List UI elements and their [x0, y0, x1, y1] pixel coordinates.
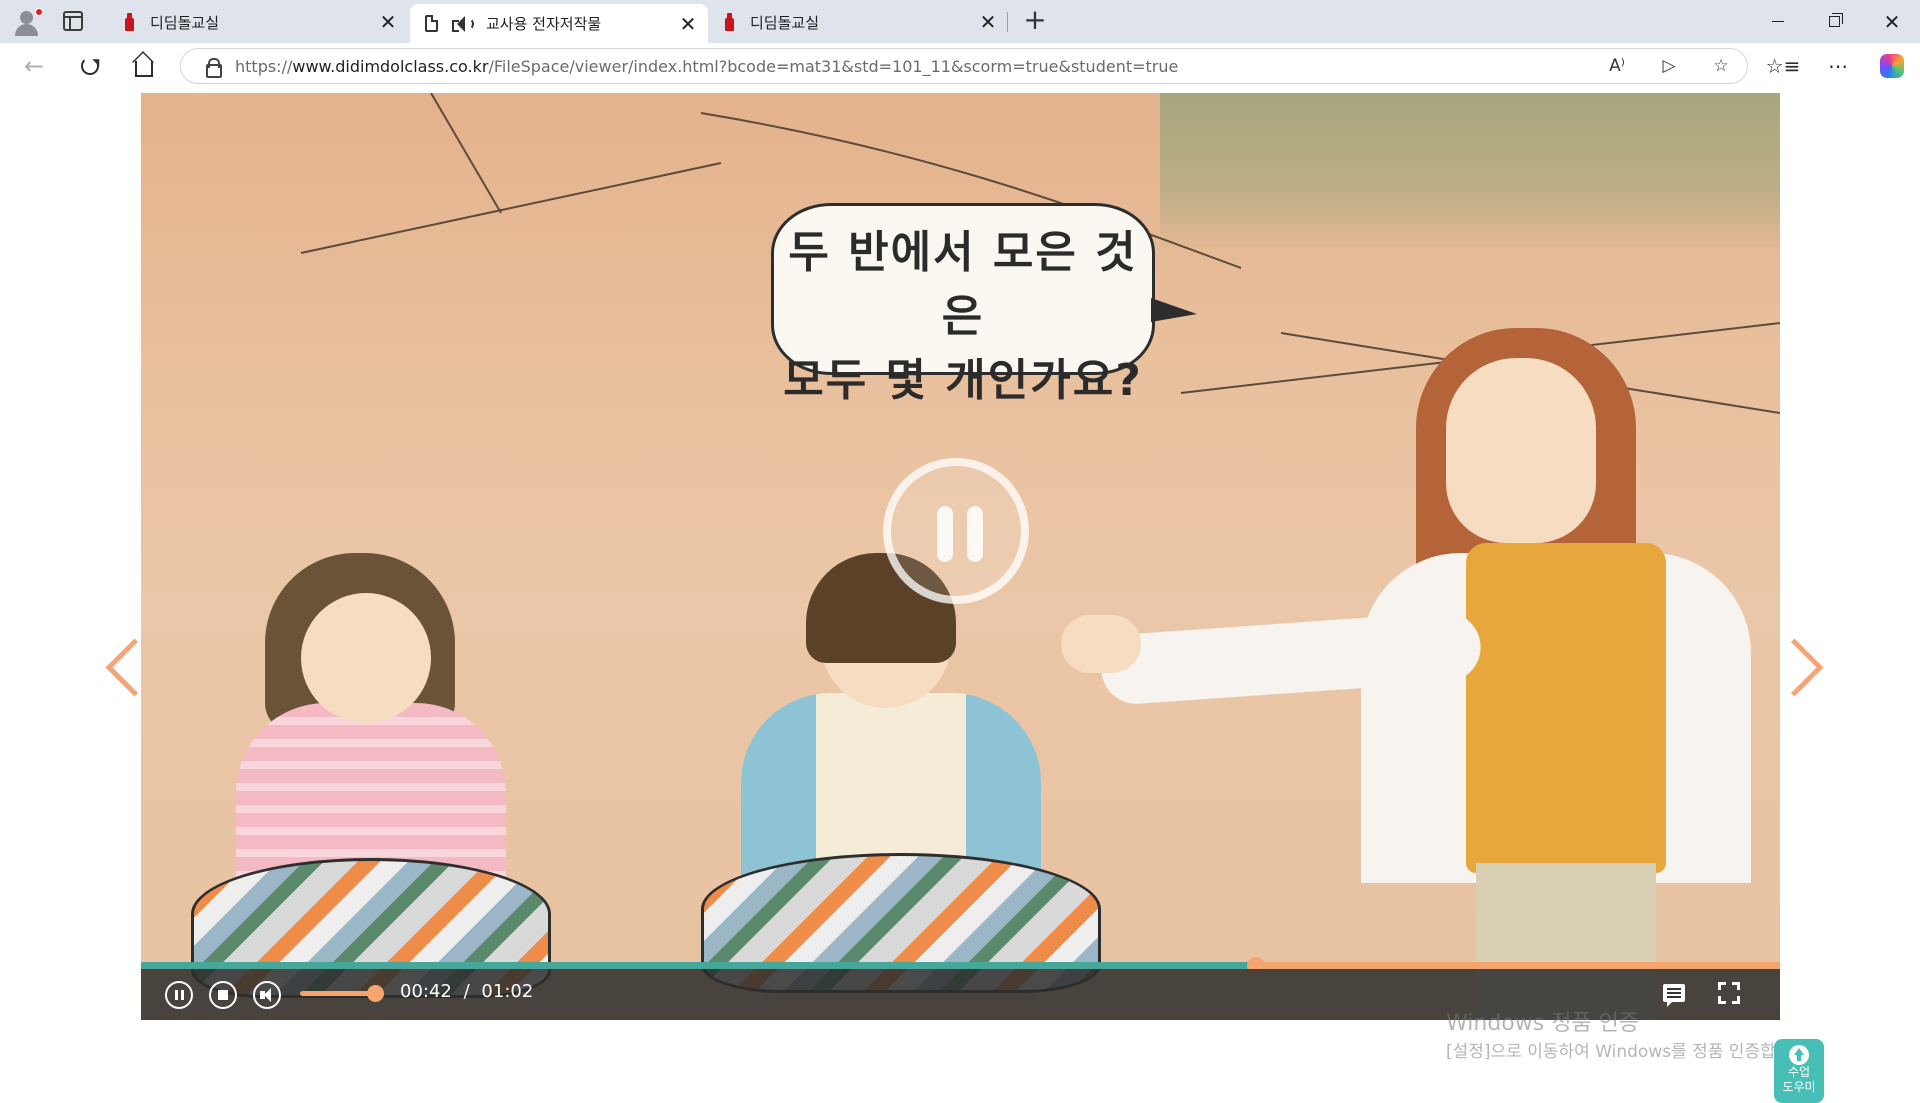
pause-overlay-button[interactable] — [883, 458, 1029, 604]
tab-separator — [1007, 12, 1008, 32]
reload-button[interactable] — [72, 49, 108, 83]
site-info-lock-icon[interactable] — [205, 58, 222, 78]
helper-label-line1: 수업 — [1787, 1065, 1811, 1079]
subtitles-icon[interactable] — [1663, 984, 1685, 1007]
fullscreen-icon[interactable] — [1718, 982, 1740, 1004]
media-icon[interactable]: ▷ — [1657, 54, 1681, 78]
tab-close-icon[interactable]: ✕ — [974, 8, 1002, 36]
current-time: 00:42 — [400, 981, 452, 1002]
tab-actions-icon[interactable] — [63, 11, 83, 31]
windows-activation-watermark-detail: [설정]으로 이동하여 Windows를 정품 인증합니다. — [1446, 1042, 1813, 1062]
volume-slider-knob[interactable] — [367, 985, 384, 1002]
tab-close-icon[interactable]: ✕ — [674, 10, 702, 38]
speech-line-1: 두 반에서 모은 것은 — [788, 227, 1138, 342]
teacher-hand — [1061, 615, 1141, 673]
page-content: 두 반에서 모은 것은 모두 몇 개인가요? 00:42 / 01:02 Win… — [0, 89, 1920, 1103]
next-page-arrow-icon[interactable] — [1780, 639, 1816, 695]
tab-close-icon[interactable]: ✕ — [374, 8, 402, 36]
notification-dot — [35, 8, 43, 16]
home-icon — [135, 61, 153, 77]
new-tab-button[interactable]: + — [1020, 6, 1050, 36]
speech-bubble-text: 두 반에서 모은 것은 모두 몇 개인가요? — [771, 221, 1155, 413]
helper-label-line2: 도우미 — [1782, 1080, 1816, 1094]
document-favicon-icon — [424, 14, 438, 33]
class-helper-button[interactable]: 수업 도우미 — [1774, 1039, 1824, 1103]
bottle-favicon-icon — [122, 13, 136, 31]
back-button[interactable]: ← — [16, 49, 52, 83]
browser-toolbar: ← https://www.didimdolclass.co.kr/FileSp… — [0, 43, 1920, 89]
tab-title: 교사용 전자저작물 — [486, 15, 602, 33]
pause-button[interactable] — [165, 981, 193, 1009]
time-separator: / — [463, 981, 470, 1002]
total-time: 01:02 — [481, 981, 534, 1002]
stop-button[interactable] — [209, 981, 237, 1009]
tab-title: 디딤돌교실 — [150, 13, 220, 32]
minimize-button[interactable] — [1750, 0, 1806, 43]
teacher-vest — [1466, 543, 1666, 873]
restore-button[interactable] — [1806, 0, 1862, 43]
speech-line-2: 모두 몇 개인가요? — [783, 355, 1143, 406]
reload-icon — [81, 57, 99, 75]
tab-didimdol-2[interactable]: 디딤돌교실 ✕ — [708, 4, 1008, 40]
teacher-face — [1446, 358, 1596, 543]
audio-playing-icon[interactable] — [452, 15, 474, 33]
bottle-favicon-icon — [722, 13, 736, 31]
back-arrow-icon: ← — [23, 52, 45, 80]
close-window-button[interactable]: ✕ — [1864, 0, 1920, 43]
read-aloud-icon[interactable]: A⁾ — [1605, 54, 1629, 78]
favorites-icon[interactable]: ☆≡ — [1765, 49, 1801, 83]
tab-title: 디딤돌교실 — [750, 13, 820, 32]
address-bar[interactable]: https://www.didimdolclass.co.kr/FileSpac… — [180, 48, 1748, 84]
windows-activation-watermark: Windows 정품 인증 — [1446, 1011, 1640, 1036]
pause-icon — [937, 506, 953, 562]
tab-teacher-material[interactable]: 교사용 전자저작물 ✕ — [410, 4, 708, 43]
video-progress-bar[interactable] — [141, 957, 1780, 975]
copilot-icon[interactable] — [1880, 54, 1904, 78]
more-icon[interactable]: ⋯ — [1820, 49, 1856, 83]
video-player[interactable]: 두 반에서 모은 것은 모두 몇 개인가요? — [141, 93, 1780, 1020]
playback-time: 00:42 / 01:02 — [400, 981, 533, 1002]
volume-button[interactable] — [253, 981, 281, 1009]
video-progress-fill — [141, 962, 1256, 969]
girl-face — [301, 593, 431, 723]
home-button[interactable] — [126, 49, 162, 83]
tab-strip: 디딤돌교실 ✕ 교사용 전자저작물 ✕ 디딤돌교실 ✕ + ✕ — [0, 0, 1920, 43]
url-text[interactable]: https://www.didimdolclass.co.kr/FileSpac… — [235, 57, 1178, 76]
tab-didimdol-1[interactable]: 디딤돌교실 ✕ — [108, 4, 408, 40]
previous-page-arrow-icon[interactable] — [104, 639, 140, 695]
favorite-star-icon[interactable]: ☆ — [1709, 54, 1733, 78]
profile-avatar-icon[interactable] — [12, 8, 43, 36]
speech-bubble-tail — [1151, 298, 1197, 322]
arrow-up-icon — [1789, 1045, 1809, 1065]
